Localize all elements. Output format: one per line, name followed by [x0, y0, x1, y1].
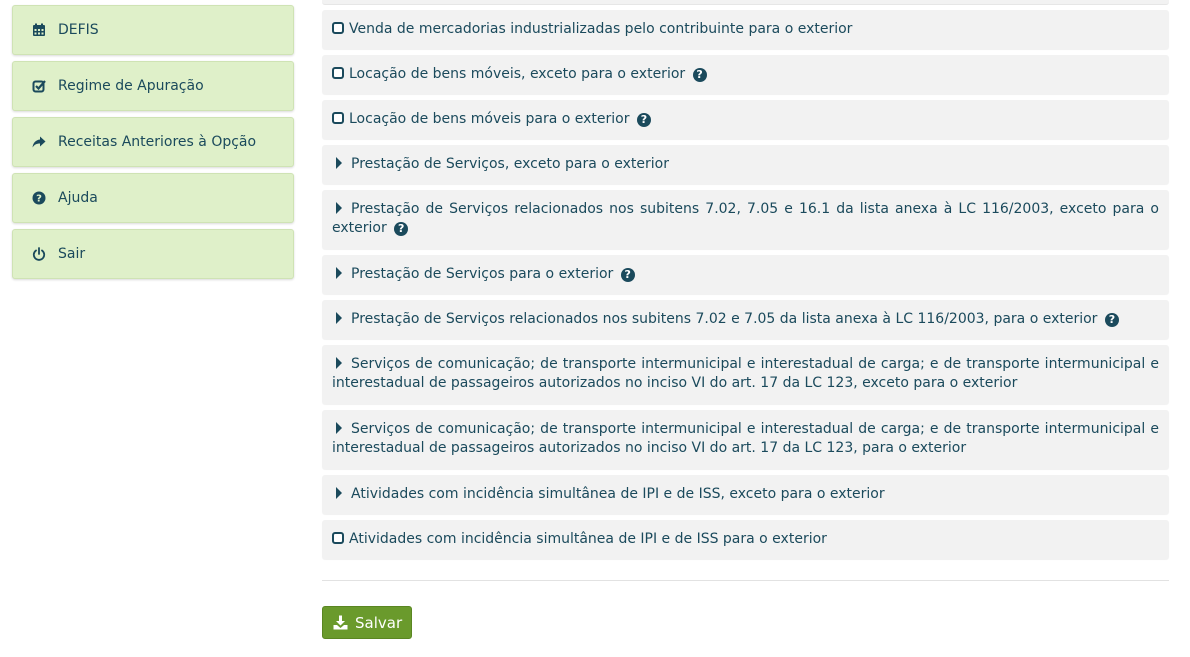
checkbox[interactable] [332, 532, 344, 544]
activity-row-expandable[interactable]: Prestação de Serviços, exceto para o ext… [322, 145, 1169, 184]
sidebar-item-label: Sair [58, 246, 86, 262]
caret-right-icon[interactable] [336, 157, 342, 169]
activity-label: Serviços de comunicação; de transporte i… [332, 421, 1159, 456]
checkbox[interactable] [332, 67, 344, 79]
sidebar-item-label: Regime de Apuração [58, 78, 204, 94]
previous-row-edge [322, 0, 1169, 5]
check-square-icon [32, 79, 46, 93]
activity-row-expandable[interactable]: Prestação de Serviços para o exterior ? [322, 255, 1169, 294]
help-icon[interactable]: ? [1104, 313, 1119, 327]
question-circle-icon: ? [32, 191, 46, 205]
activity-label: Prestação de Serviços para o exterior [351, 266, 614, 282]
activity-label: Prestação de Serviços, exceto para o ext… [351, 156, 669, 172]
activity-label: Atividades com incidência simultânea de … [351, 486, 885, 502]
activity-row-expandable[interactable]: Serviços de comunicação; de transporte i… [322, 345, 1169, 404]
activity-row[interactable]: Locação de bens móveis, exceto para o ex… [322, 55, 1169, 94]
checkbox[interactable] [332, 22, 344, 34]
activity-row[interactable]: Venda de mercadorias industrializadas pe… [322, 10, 1169, 49]
calendar-icon [32, 23, 46, 37]
save-button[interactable]: Salvar [322, 606, 412, 639]
activity-label: Locação de bens móveis para o exterior [349, 111, 630, 127]
sidebar-item-sair[interactable]: Sair [12, 229, 294, 279]
sidebar-item-defis[interactable]: DEFIS [12, 5, 294, 55]
help-icon[interactable]: ? [692, 68, 707, 82]
divider [322, 580, 1169, 581]
caret-right-icon[interactable] [336, 202, 342, 214]
activity-label: Prestação de Serviços relacionados nos s… [351, 311, 1098, 327]
power-icon [32, 247, 46, 261]
save-button-label: Salvar [355, 613, 403, 632]
help-icon[interactable]: ? [620, 268, 635, 282]
caret-right-icon[interactable] [336, 422, 342, 434]
sidebar-menu: DEFIS Regime de Apuração Receitas Anteri… [12, 5, 294, 285]
activity-list: Venda de mercadorias industrializadas pe… [322, 0, 1169, 565]
svg-text:?: ? [36, 194, 42, 205]
activity-row-expandable[interactable]: Prestação de Serviços relacionados nos s… [322, 300, 1169, 339]
download-icon [333, 615, 348, 630]
activity-row-expandable[interactable]: Atividades com incidência simultânea de … [322, 475, 1169, 514]
help-icon[interactable]: ? [636, 113, 651, 127]
activity-row[interactable]: Locação de bens móveis para o exterior ? [322, 100, 1169, 139]
sidebar-item-receitas-anteriores[interactable]: Receitas Anteriores à Opção [12, 117, 294, 167]
share-arrow-icon [32, 135, 46, 149]
sidebar-item-label: Receitas Anteriores à Opção [58, 134, 257, 150]
activity-row-expandable[interactable]: Prestação de Serviços relacionados nos s… [322, 190, 1169, 249]
sidebar-item-ajuda[interactable]: ? Ajuda [12, 173, 294, 223]
checkbox[interactable] [332, 112, 344, 124]
sidebar-item-regime-apuracao[interactable]: Regime de Apuração [12, 61, 294, 111]
caret-right-icon[interactable] [336, 357, 342, 369]
activity-label: Prestação de Serviços relacionados nos s… [332, 201, 1159, 236]
sidebar-item-label: Ajuda [58, 190, 98, 206]
caret-right-icon[interactable] [336, 487, 342, 499]
activity-label: Serviços de comunicação; de transporte i… [332, 356, 1159, 391]
help-icon[interactable]: ? [394, 222, 409, 236]
activity-row[interactable]: Atividades com incidência simultânea de … [322, 520, 1169, 559]
activity-label: Atividades com incidência simultânea de … [349, 531, 827, 547]
activity-row-expandable[interactable]: Serviços de comunicação; de transporte i… [322, 410, 1169, 469]
caret-right-icon[interactable] [336, 312, 342, 324]
caret-right-icon[interactable] [336, 267, 342, 279]
activity-label: Venda de mercadorias industrializadas pe… [349, 21, 853, 37]
activity-label: Locação de bens móveis, exceto para o ex… [349, 66, 686, 82]
sidebar-item-label: DEFIS [58, 22, 99, 38]
